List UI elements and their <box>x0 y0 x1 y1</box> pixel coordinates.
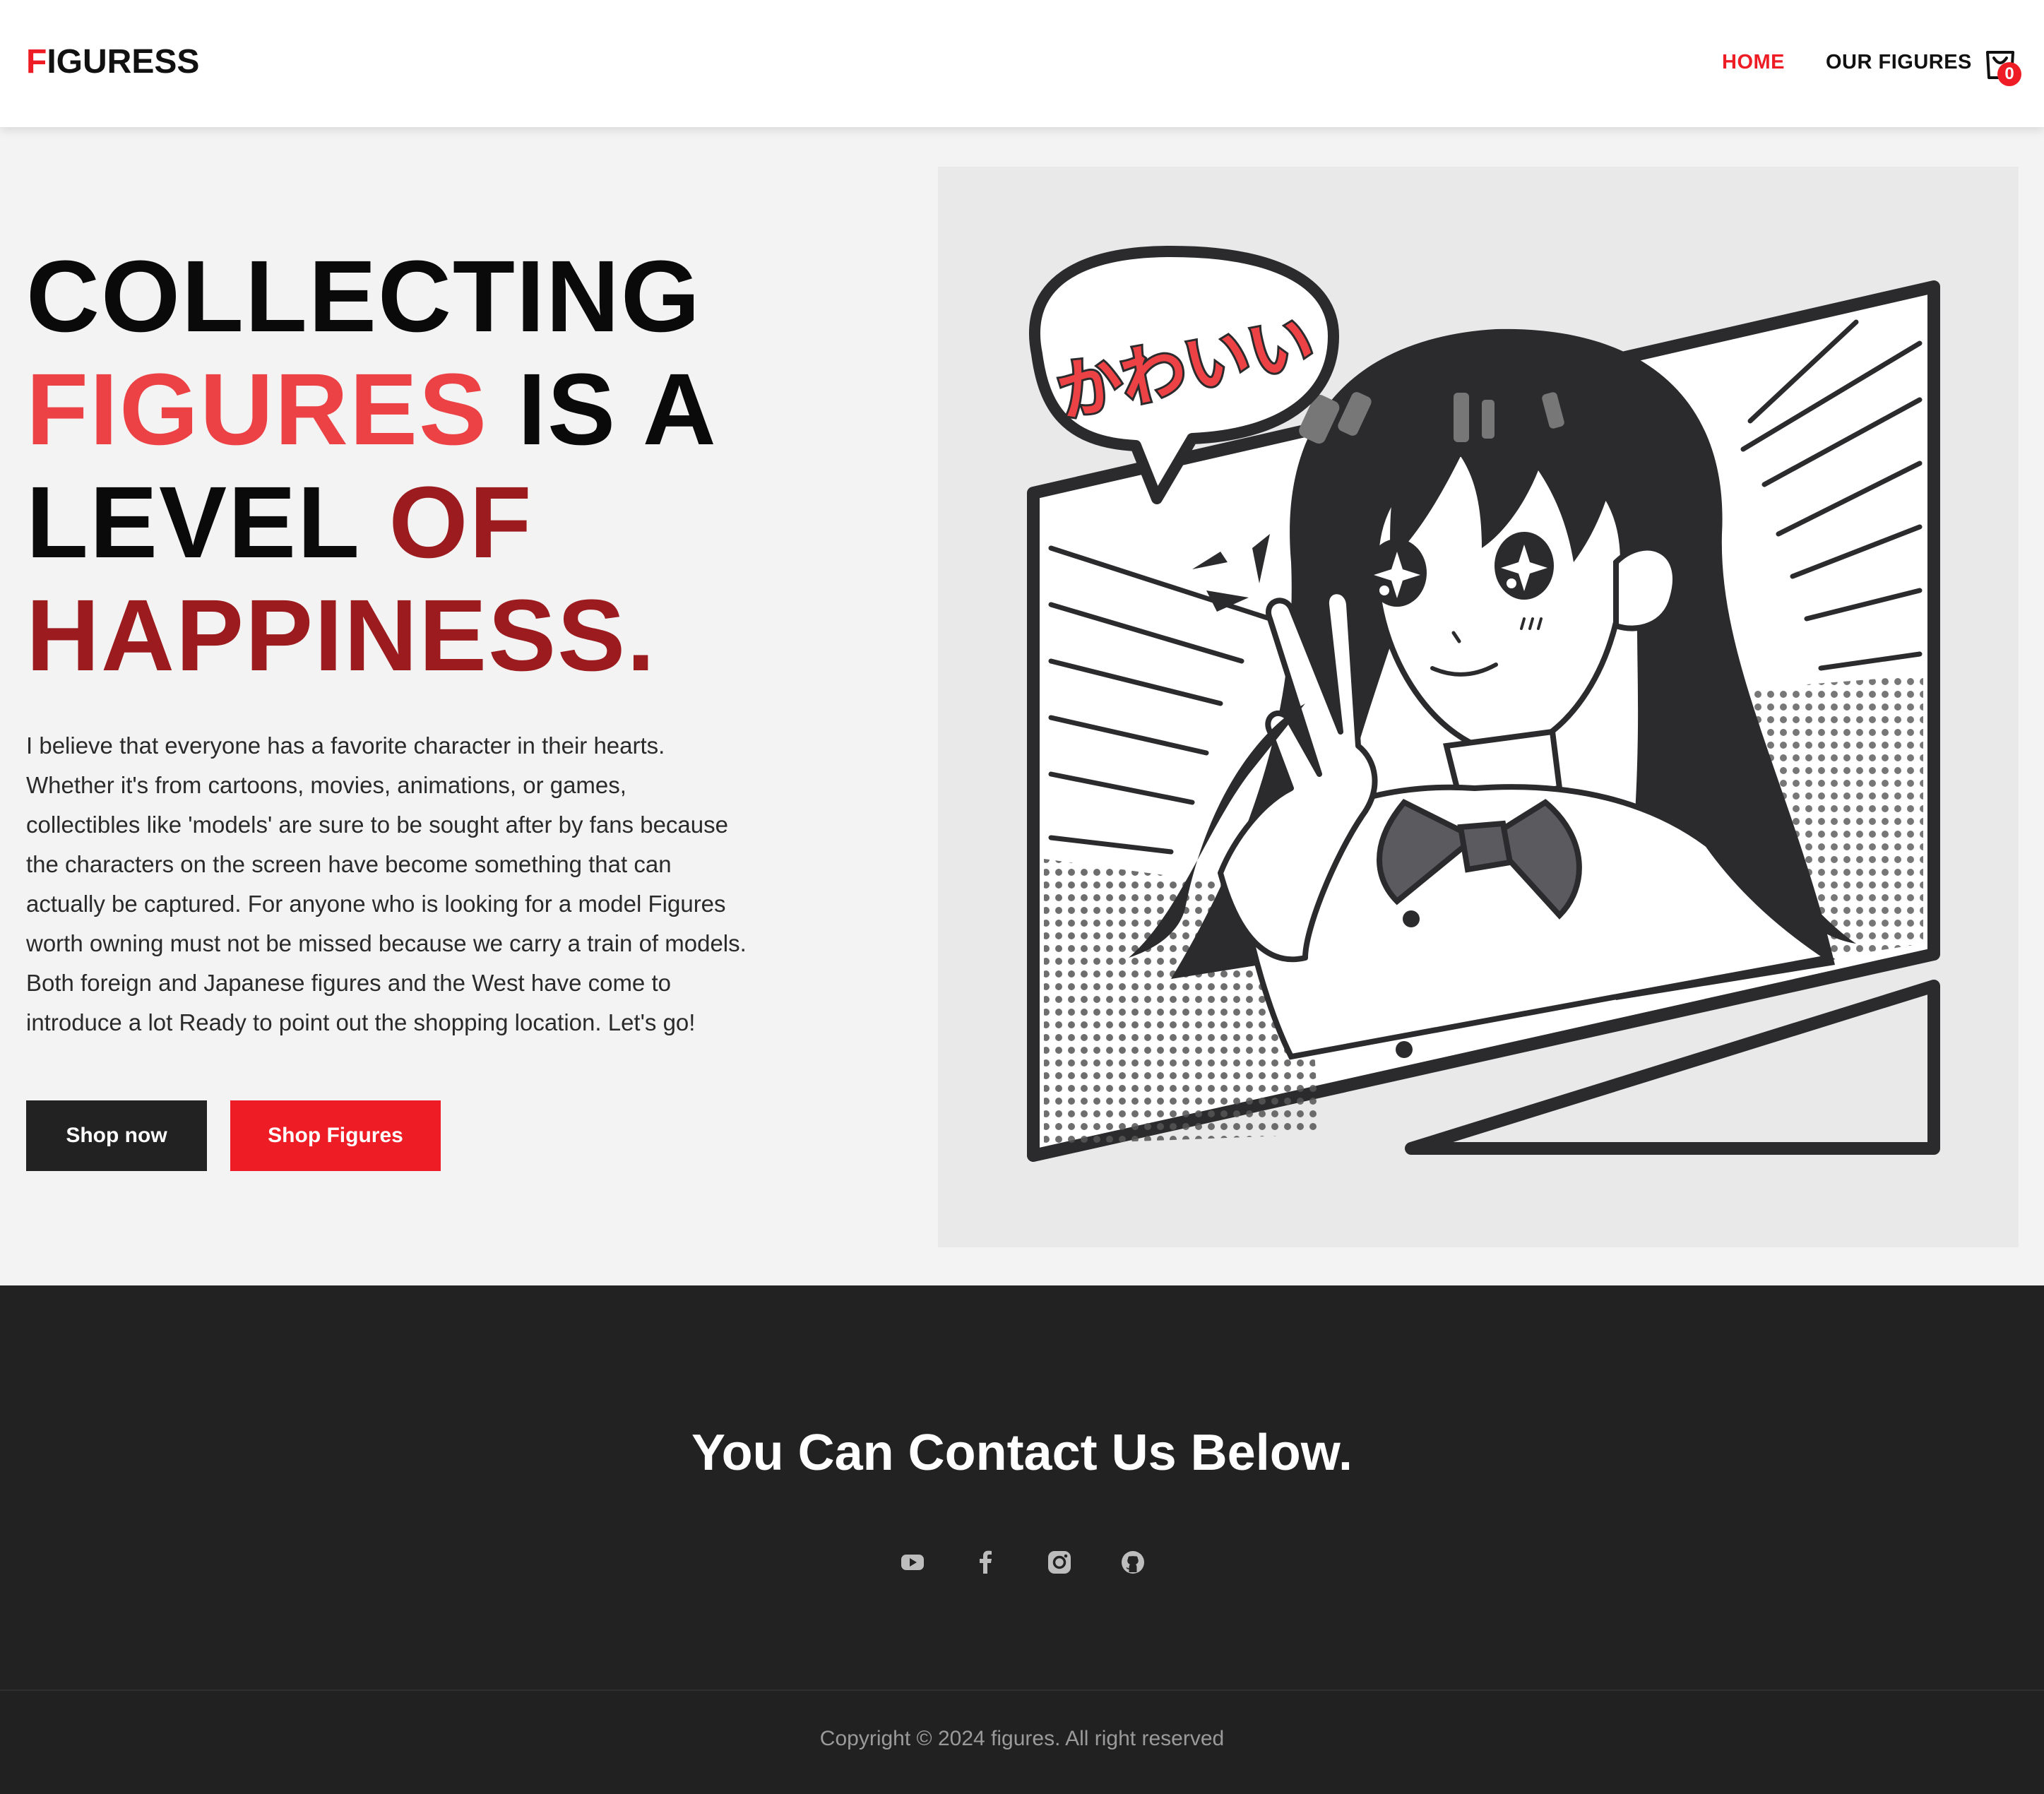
hero-title: COLLECTING FIGURES IS A LEVEL OF HAPPINE… <box>26 240 718 692</box>
shop-figures-button[interactable]: Shop Figures <box>230 1100 441 1171</box>
top-navbar: FIGURESS HOME OUR FIGURES 0 <box>0 0 2044 127</box>
copyright-text: Copyright © 2024 figures. All right rese… <box>819 1727 1225 1750</box>
anime-girl-illustration: かわいい <box>1027 246 1940 1162</box>
youtube-icon <box>901 1555 924 1570</box>
contact-title: You Can Contact Us Below. <box>691 1425 1353 1481</box>
instagram-link[interactable] <box>1040 1543 1079 1582</box>
hero-title-level: LEVEL <box>26 465 389 579</box>
github-link[interactable] <box>1113 1543 1153 1582</box>
shop-now-button[interactable]: Shop now <box>26 1100 207 1171</box>
hero-title-of: OF <box>388 465 533 579</box>
brand-logo[interactable]: FIGURESS <box>26 41 199 83</box>
cart-count-badge: 0 <box>1997 62 2021 86</box>
facebook-link[interactable] <box>966 1543 1006 1582</box>
instagram-icon <box>1048 1551 1071 1574</box>
logo-first-letter: F <box>26 43 47 81</box>
hero-title-happiness: HAPPINESS. <box>26 578 657 692</box>
hero-description: I believe that everyone has a favorite c… <box>26 732 747 1035</box>
hero-title-is-a: IS A <box>488 352 718 466</box>
hero-title-figures: FIGURES <box>26 352 489 466</box>
logo-rest: IGURESS <box>47 43 200 81</box>
youtube-link[interactable] <box>893 1543 932 1582</box>
hero-title-collecting: COLLECTING <box>26 239 701 353</box>
nav-home-link[interactable]: HOME <box>1722 48 1785 76</box>
contact-section <box>0 1285 2044 1689</box>
facebook-icon <box>980 1550 992 1574</box>
nav-our-figures-link[interactable]: OUR FIGURES <box>1826 48 1972 76</box>
github-icon <box>1122 1551 1144 1574</box>
hero-illustration: かわいい <box>938 167 2019 1247</box>
